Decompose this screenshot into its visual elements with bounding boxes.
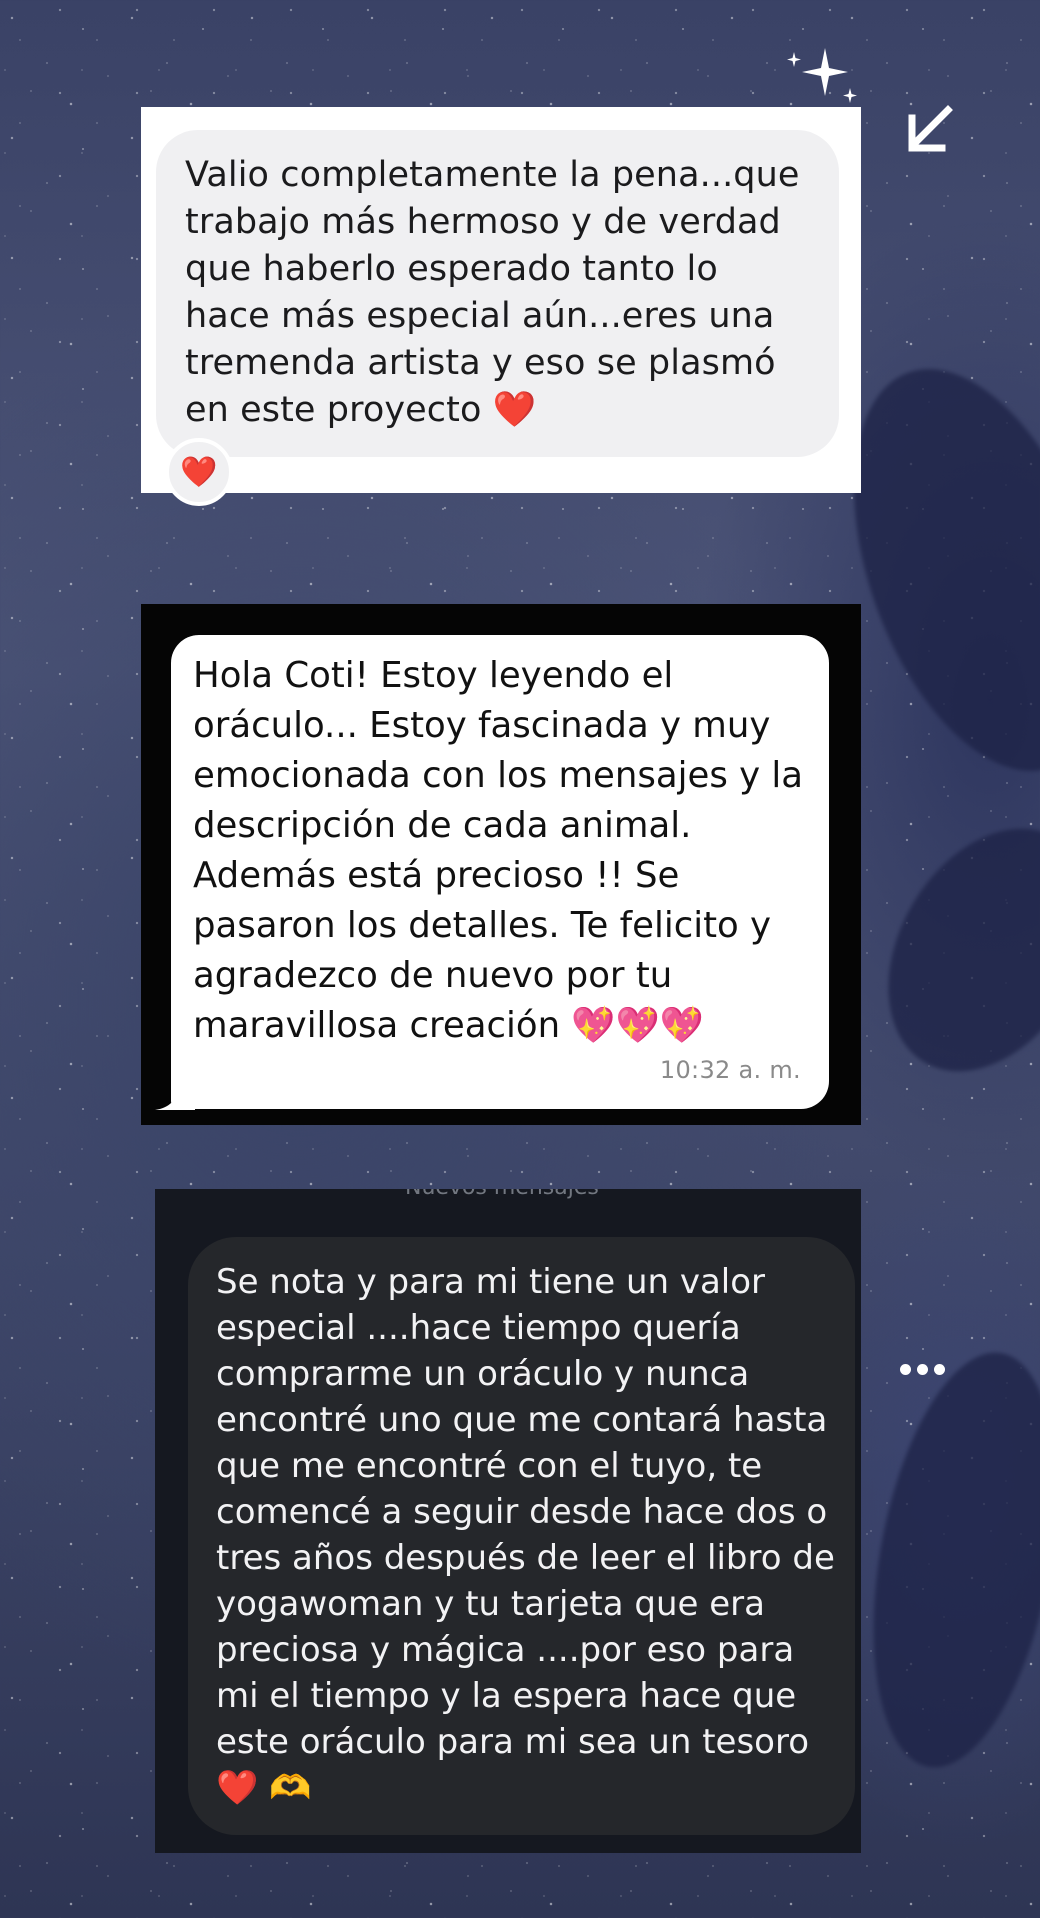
- message-screenshot-1: Valio completamente la pena...que trabaj…: [141, 107, 861, 506]
- message-text: Se nota y para mi tiene un valor especia…: [216, 1262, 835, 1762]
- dot: [899, 1363, 911, 1375]
- arrow-down-left-icon[interactable]: [900, 102, 960, 162]
- heart-emoji: ❤️: [492, 390, 537, 430]
- heart-reaction-icon: ❤️: [180, 454, 218, 490]
- heart-hands-emoji: ❤️ 🫶: [216, 1768, 312, 1808]
- message-screenshot-3: Nuevos mensajes Se nota y para mi tiene …: [155, 1189, 861, 1853]
- sparkling-heart-emoji: 💖💖💖: [571, 1005, 704, 1046]
- reaction-badge[interactable]: ❤️: [165, 438, 233, 506]
- message-bubble: Hola Coti! Estoy leyendo el oráculo... E…: [171, 635, 829, 1109]
- message-text: Hola Coti! Estoy leyendo el oráculo... E…: [193, 655, 804, 1046]
- message-timestamp: 10:32 a. m.: [659, 1056, 801, 1084]
- dot: [933, 1363, 945, 1375]
- message-text: Valio completamente la pena...que trabaj…: [185, 155, 800, 430]
- sparkle-icon: [787, 48, 857, 103]
- message-screenshot-2: Hola Coti! Estoy leyendo el oráculo... E…: [141, 604, 861, 1125]
- dot: [916, 1363, 928, 1375]
- message-bubble: Valio completamente la pena...que trabaj…: [156, 130, 839, 457]
- message-bubble: Se nota y para mi tiene un valor especia…: [188, 1237, 855, 1835]
- more-horizontal-icon[interactable]: [896, 1358, 948, 1380]
